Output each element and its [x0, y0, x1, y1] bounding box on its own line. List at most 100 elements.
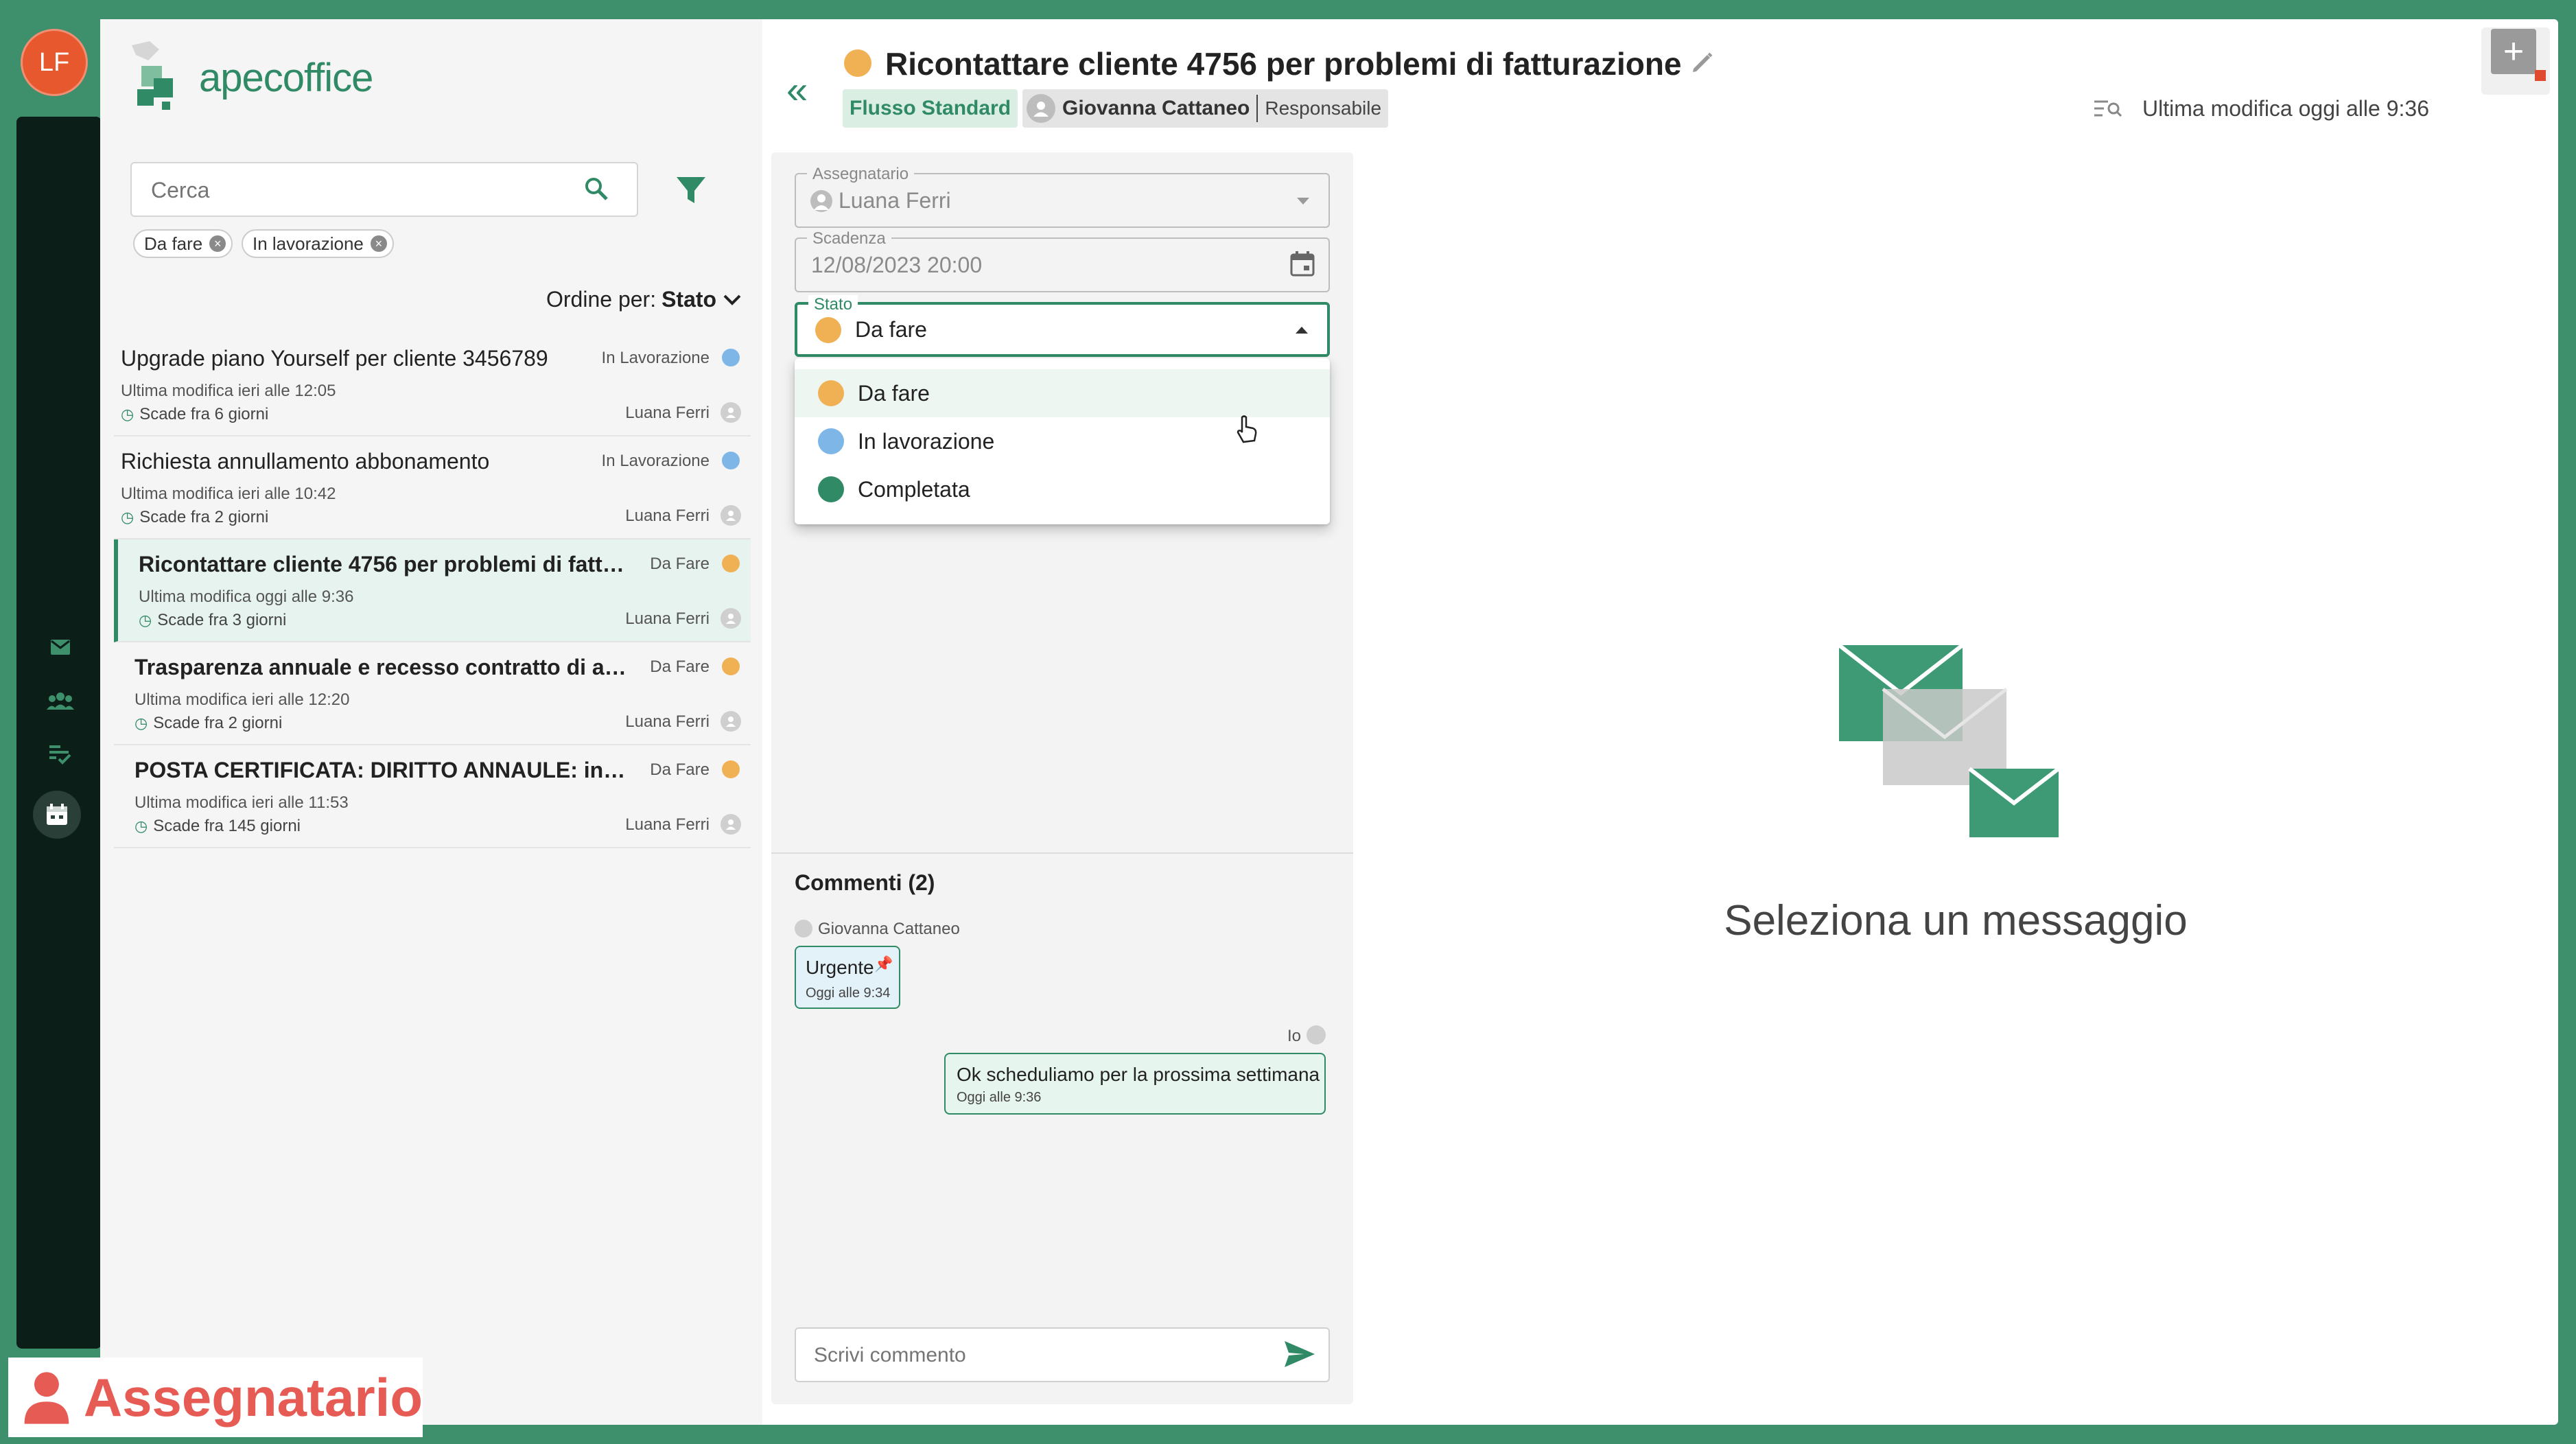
status-option-completata[interactable]: Completata: [795, 465, 1330, 513]
task-due: ◷ Scade fra 6 giorni: [121, 405, 269, 423]
field-value: Da fare: [855, 317, 927, 342]
task-title: Richiesta annullamento abbonamento: [121, 449, 490, 474]
comment-field[interactable]: [795, 1327, 1330, 1382]
user-icon: [721, 402, 741, 423]
calendar-icon[interactable]: [33, 791, 81, 839]
task-assignee: Luana Ferri: [625, 506, 710, 525]
task-due: ◷ Scade fra 2 giorni: [134, 714, 283, 732]
status-dot: [722, 349, 740, 366]
task-list-item[interactable]: POSTA CERTIFICATA: DIRITTO ANNAULE: info…: [114, 745, 751, 848]
chip-remove-icon[interactable]: ×: [370, 235, 387, 252]
edit-pencil-icon[interactable]: [1689, 49, 1716, 79]
task-status: In Lavorazione: [601, 452, 710, 470]
divider: [771, 852, 1353, 854]
divider: [1256, 95, 1258, 122]
task-list-item[interactable]: Upgrade piano Yourself per cliente 34567…: [114, 334, 751, 436]
task-status: In Lavorazione: [601, 349, 710, 367]
task-modified: Ultima modifica ieri alle 11:53: [134, 793, 349, 812]
comment-author: Io: [1287, 1027, 1302, 1045]
filter-chip-label: Da fare: [144, 233, 203, 254]
app-sidebar: [16, 117, 102, 1349]
user-icon: [721, 814, 741, 835]
filter-chip-da-fare[interactable]: Da fare ×: [133, 229, 233, 258]
comments-heading: Commenti (2): [795, 870, 935, 895]
history-search-icon[interactable]: [2093, 99, 2123, 124]
assignee-field[interactable]: Assegnatario Luana Ferri: [795, 165, 1330, 228]
filter-icon[interactable]: [675, 174, 707, 209]
field-label: Stato: [808, 295, 858, 314]
send-icon[interactable]: [1283, 1340, 1316, 1372]
task-status: Da Fare: [650, 760, 710, 779]
status-select[interactable]: Stato Da fare: [795, 295, 1330, 357]
option-label: Da fare: [858, 380, 930, 406]
responsible-role: Responsabile: [1265, 97, 1382, 119]
status-dot: [722, 760, 740, 778]
user-icon: [1307, 1025, 1326, 1045]
empty-mail-illustration: [1838, 643, 2072, 851]
chevron-down-icon: [723, 294, 741, 305]
field-label: Scadenza: [807, 229, 891, 248]
option-label: In lavorazione: [858, 428, 995, 454]
user-icon: [1027, 94, 1055, 123]
user-icon: [810, 189, 833, 216]
flow-badge: Flusso Standard: [843, 89, 1018, 128]
status-dot: [818, 380, 844, 406]
due-date-field[interactable]: Scadenza 12/08/2023 20:00: [795, 229, 1330, 292]
task-modified: Ultima modifica ieri alle 12:05: [121, 382, 336, 400]
task-list-icon[interactable]: [40, 737, 81, 771]
task-modified: Ultima modifica ieri alle 10:42: [121, 485, 336, 503]
hand-cursor-icon: [1235, 415, 1258, 448]
contacts-icon[interactable]: [40, 684, 81, 718]
add-button[interactable]: +: [2491, 29, 2536, 74]
clock-icon: ◷: [121, 509, 134, 526]
status-dot: [722, 657, 740, 675]
clock-icon: ◷: [121, 406, 134, 423]
task-title: Trasparenza annuale e recesso contratto …: [134, 655, 629, 679]
task-title: Ricontattare cliente 4756 per problemi d…: [885, 46, 1682, 82]
task-list-item-selected[interactable]: Ricontattare cliente 4756 per problemi d…: [114, 539, 751, 642]
comment-text: Urgente: [806, 957, 874, 978]
caret-down-icon: [1296, 196, 1311, 209]
comment-time: Oggi alle 9:34: [806, 986, 891, 1001]
task-title: POSTA CERTIFICATA: DIRITTO ANNAULE: info…: [134, 758, 629, 782]
search-icon[interactable]: [583, 176, 609, 205]
search-field[interactable]: [130, 162, 638, 217]
empty-state-text: Seleziona un messaggio: [1724, 897, 2188, 944]
field-label: Assegnatario: [807, 165, 915, 184]
task-modified: Ultima modifica ieri alle 12:20: [134, 690, 350, 709]
task-assignee: Luana Ferri: [625, 609, 710, 628]
collapse-back-button[interactable]: «: [786, 67, 808, 112]
task-due: ◷ Scade fra 2 giorni: [121, 508, 269, 526]
assignee-overlay-label: Assegnatario: [8, 1358, 423, 1437]
pin-icon: 📌: [874, 955, 893, 973]
calendar-icon[interactable]: [1289, 250, 1316, 281]
task-assignee: Luana Ferri: [625, 712, 710, 731]
user-avatar[interactable]: LF: [21, 29, 88, 96]
task-assignee: Luana Ferri: [625, 404, 710, 422]
status-dot: [818, 428, 844, 454]
responsible-chip: Giovanna Cattaneo Responsabile: [1022, 89, 1389, 128]
task-title: Ricontattare cliente 4756 per problemi d…: [139, 552, 633, 577]
mail-icon[interactable]: [40, 630, 81, 664]
status-option-da-fare[interactable]: Da fare: [795, 369, 1330, 417]
person-icon: [24, 1372, 69, 1424]
status-dot: [722, 555, 740, 572]
task-status: Da Fare: [650, 555, 710, 573]
comment-input[interactable]: [812, 1336, 1252, 1375]
clock-icon: ◷: [134, 714, 148, 732]
search-input[interactable]: [150, 170, 561, 210]
task-list-item[interactable]: Trasparenza annuale e recesso contratto …: [114, 642, 751, 745]
option-label: Completata: [858, 476, 970, 502]
status-dot: [722, 452, 740, 469]
user-icon: [795, 920, 812, 938]
chip-remove-icon[interactable]: ×: [209, 235, 226, 252]
task-assignee: Luana Ferri: [625, 815, 710, 834]
comment-author: Giovanna Cattaneo: [818, 920, 960, 938]
last-modified: Ultima modifica oggi alle 9:36: [2142, 96, 2429, 121]
field-value: 12/08/2023 20:00: [811, 253, 983, 277]
filter-chip-in-lavorazione[interactable]: In lavorazione ×: [242, 229, 394, 258]
user-icon: [721, 505, 741, 526]
task-list-item[interactable]: Richiesta annullamento abbonamento Ultim…: [114, 436, 751, 539]
task-title: Upgrade piano Yourself per cliente 34567…: [121, 346, 548, 371]
sort-selector[interactable]: Ordine per: Stato: [546, 287, 742, 312]
